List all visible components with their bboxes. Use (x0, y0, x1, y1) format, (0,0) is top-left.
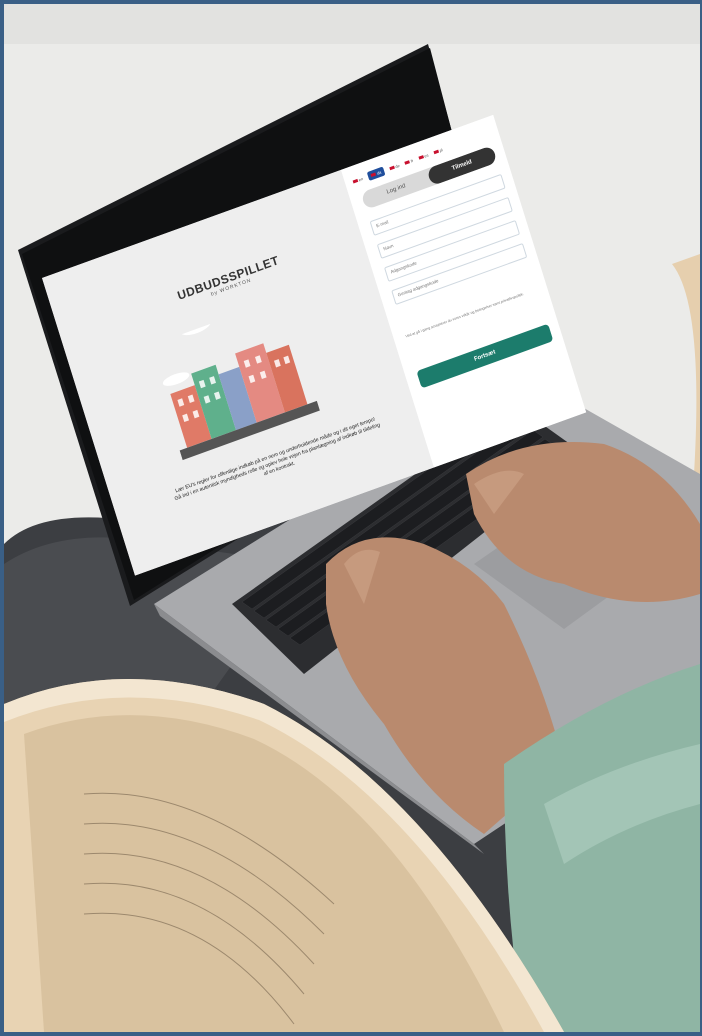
language-option[interactable]: pl (433, 147, 443, 155)
brand-title: UDBUDSSPILLET (175, 253, 281, 303)
laptop-photo (4, 4, 700, 1032)
language-option[interactable]: de (389, 162, 400, 170)
flag-icon (352, 178, 359, 183)
flag-icon (418, 154, 424, 160)
language-option-active[interactable]: da (367, 166, 386, 181)
flag-icon (404, 159, 411, 165)
language-option[interactable]: en (352, 176, 364, 184)
flag-icon (370, 171, 377, 177)
language-option[interactable]: fr (404, 157, 414, 165)
continue-button[interactable]: Fortsæt (416, 323, 554, 389)
language-option[interactable]: es (418, 152, 429, 160)
flag-icon (389, 165, 395, 170)
photo-scene: UDBUDSSPILLET by WORKTON Lær EU's regler… (4, 4, 700, 1032)
flag-icon (433, 149, 439, 154)
terms-text: Ved at gå i gang accepterer du vores vil… (405, 292, 525, 339)
